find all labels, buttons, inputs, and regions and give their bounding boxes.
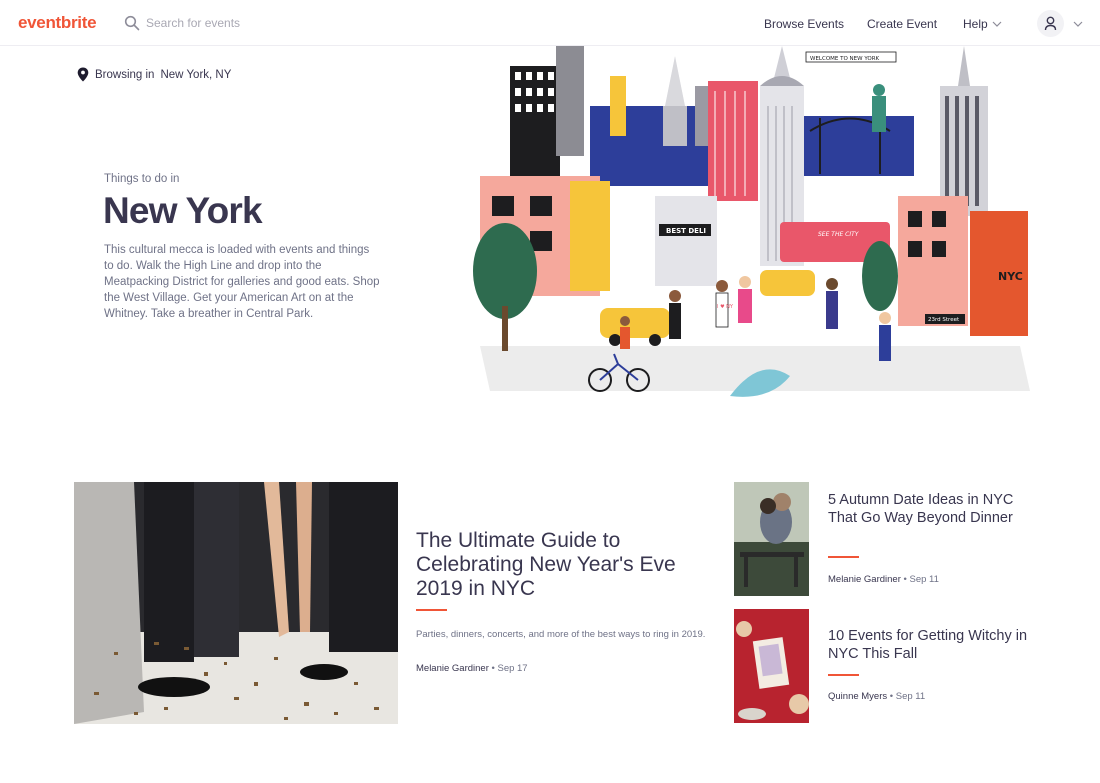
article-date: • Sep 11 [903, 574, 939, 585]
browsing-city[interactable]: New York, NY [160, 69, 231, 81]
nyc-sign-text: NYC [998, 270, 1023, 283]
side-title-divider [828, 556, 859, 558]
feature-title-divider [416, 609, 447, 611]
article-date: • Sep 11 [889, 691, 926, 702]
eventbrite-logo[interactable]: eventbrite [18, 13, 97, 33]
user-icon [1044, 16, 1057, 31]
tarot-cards-photo [734, 609, 809, 723]
browse-events-link[interactable]: Browse Events [764, 17, 844, 31]
side-article-byline: Melanie Gardiner • Sep 11 [828, 574, 939, 585]
side-title-divider [828, 674, 859, 676]
feature-article-byline: Melanie Gardiner • Sep 17 [416, 663, 528, 674]
article-date: • Sep 17 [491, 663, 528, 674]
chevron-down-icon[interactable] [992, 20, 1002, 28]
help-menu-link[interactable]: Help [963, 17, 988, 31]
search-icon[interactable] [124, 15, 140, 31]
browsing-label: Browsing in [95, 68, 155, 81]
confetti-party-photo [74, 482, 398, 724]
page-title: New York [103, 190, 263, 231]
side-article-title[interactable]: 10 Events for Getting Witchy in NYC This… [828, 627, 1028, 663]
article-author[interactable]: Melanie Gardiner [828, 574, 901, 585]
create-event-link[interactable]: Create Event [867, 17, 937, 31]
article-author[interactable]: Melanie Gardiner [416, 663, 489, 674]
bus-sign-text: SEE THE CITY [818, 231, 860, 238]
side-article-image[interactable] [734, 482, 809, 596]
street-sign-text: 23rd Street [928, 317, 960, 323]
new-york-illustration: WELCOME TO NEW YORK BEST DELI SEE THE CI… [473, 46, 1030, 397]
feature-article-image[interactable] [74, 482, 398, 724]
user-avatar-button[interactable] [1037, 10, 1064, 37]
article-author[interactable]: Quinne Myers [828, 691, 887, 702]
search-input[interactable] [146, 11, 446, 35]
chevron-down-icon[interactable] [1073, 20, 1083, 28]
map-pin-icon [77, 67, 89, 82]
deli-sign-text: BEST DELI [666, 227, 706, 235]
welcome-banner-text: WELCOME TO NEW YORK [810, 56, 880, 62]
feature-article-description: Parties, dinners, concerts, and more of … [416, 629, 706, 640]
hero-kicker: Things to do in [104, 173, 180, 185]
couple-on-bench-photo [734, 482, 809, 596]
feature-article-title[interactable]: The Ultimate Guide to Celebrating New Ye… [416, 529, 696, 601]
top-nav-bar: eventbrite Browse Events Create Event He… [0, 0, 1100, 46]
browsing-location[interactable]: Browsing in New York, NY [77, 67, 231, 82]
side-article-title[interactable]: 5 Autumn Date Ideas in NYC That Go Way B… [828, 491, 1028, 527]
side-article-image[interactable] [734, 609, 809, 723]
city-description: This cultural mecca is loaded with event… [104, 244, 380, 320]
shirt-text: I ♥ NY [717, 304, 734, 310]
side-article-byline: Quinne Myers • Sep 11 [828, 691, 925, 702]
